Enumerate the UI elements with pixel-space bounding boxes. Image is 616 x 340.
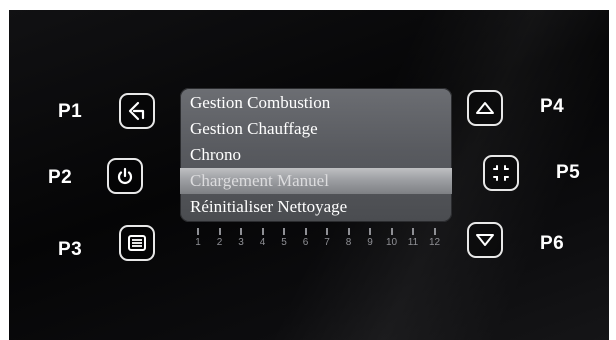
down-arrow-icon [476, 234, 494, 246]
scale-tick-label: 2 [216, 237, 223, 248]
scale-tick [304, 228, 307, 235]
scale-tick [240, 228, 242, 235]
scale-tick-label: 7 [324, 237, 330, 248]
scale-tick-label: 12 [428, 237, 441, 248]
p5-select-button[interactable] [483, 155, 519, 191]
menu-list-icon [128, 235, 146, 251]
menu-item-chargement-manuel[interactable]: Chargement Manuel [180, 168, 452, 194]
scale-tick [412, 228, 414, 235]
key-label-p2: P2 [48, 167, 73, 188]
scale-tick-label: 1 [195, 237, 201, 248]
scale-tick-label: 11 [407, 237, 419, 248]
menu-item-gestion-chauffage[interactable]: Gestion Chauffage [180, 116, 452, 142]
key-label-p3: P3 [58, 239, 83, 260]
power-level-scale: 1 2 3 4 5 6 7 8 9 10 11 12 [190, 228, 450, 250]
menu-item-chrono[interactable]: Chrono [180, 142, 452, 168]
scale-tick-label: 5 [281, 237, 287, 248]
key-label-p6: P6 [540, 233, 565, 254]
scale-tick [390, 228, 393, 235]
scale-tick [261, 228, 264, 235]
up-arrow-icon [476, 102, 494, 114]
scale-tick-label: 6 [302, 237, 309, 248]
p2-power-button[interactable] [107, 158, 143, 194]
scale-tick [197, 228, 199, 235]
menu-display: Gestion Combustion Gestion Chauffage Chr… [180, 88, 452, 222]
p4-up-button[interactable] [467, 90, 503, 126]
p1-back-button[interactable] [119, 93, 155, 129]
scale-tick [433, 228, 436, 235]
scale-tick [218, 228, 221, 235]
key-label-p5: P5 [556, 162, 581, 183]
back-arrow-icon [128, 101, 145, 121]
scale-tick-label: 9 [367, 237, 373, 248]
key-label-p4: P4 [540, 96, 565, 117]
scale-tick [347, 228, 350, 235]
scale-tick [326, 228, 328, 235]
key-label-p1: P1 [58, 101, 83, 122]
scale-tick-label: 8 [345, 237, 352, 248]
menu-item-reinitialiser-nettoyage[interactable]: Réinitialiser Nettoyage [180, 194, 452, 220]
scale-tick [369, 228, 371, 235]
select-focus-icon [493, 165, 509, 181]
menu-item-gestion-combustion[interactable]: Gestion Combustion [180, 90, 452, 116]
p3-menu-button[interactable] [119, 225, 155, 261]
scale-tick-label: 3 [238, 237, 244, 248]
scale-tick [283, 228, 285, 235]
scale-tick-label: 10 [385, 237, 398, 248]
scale-tick-label: 4 [259, 237, 266, 248]
p6-down-button[interactable] [467, 222, 503, 258]
power-icon [117, 167, 133, 184]
